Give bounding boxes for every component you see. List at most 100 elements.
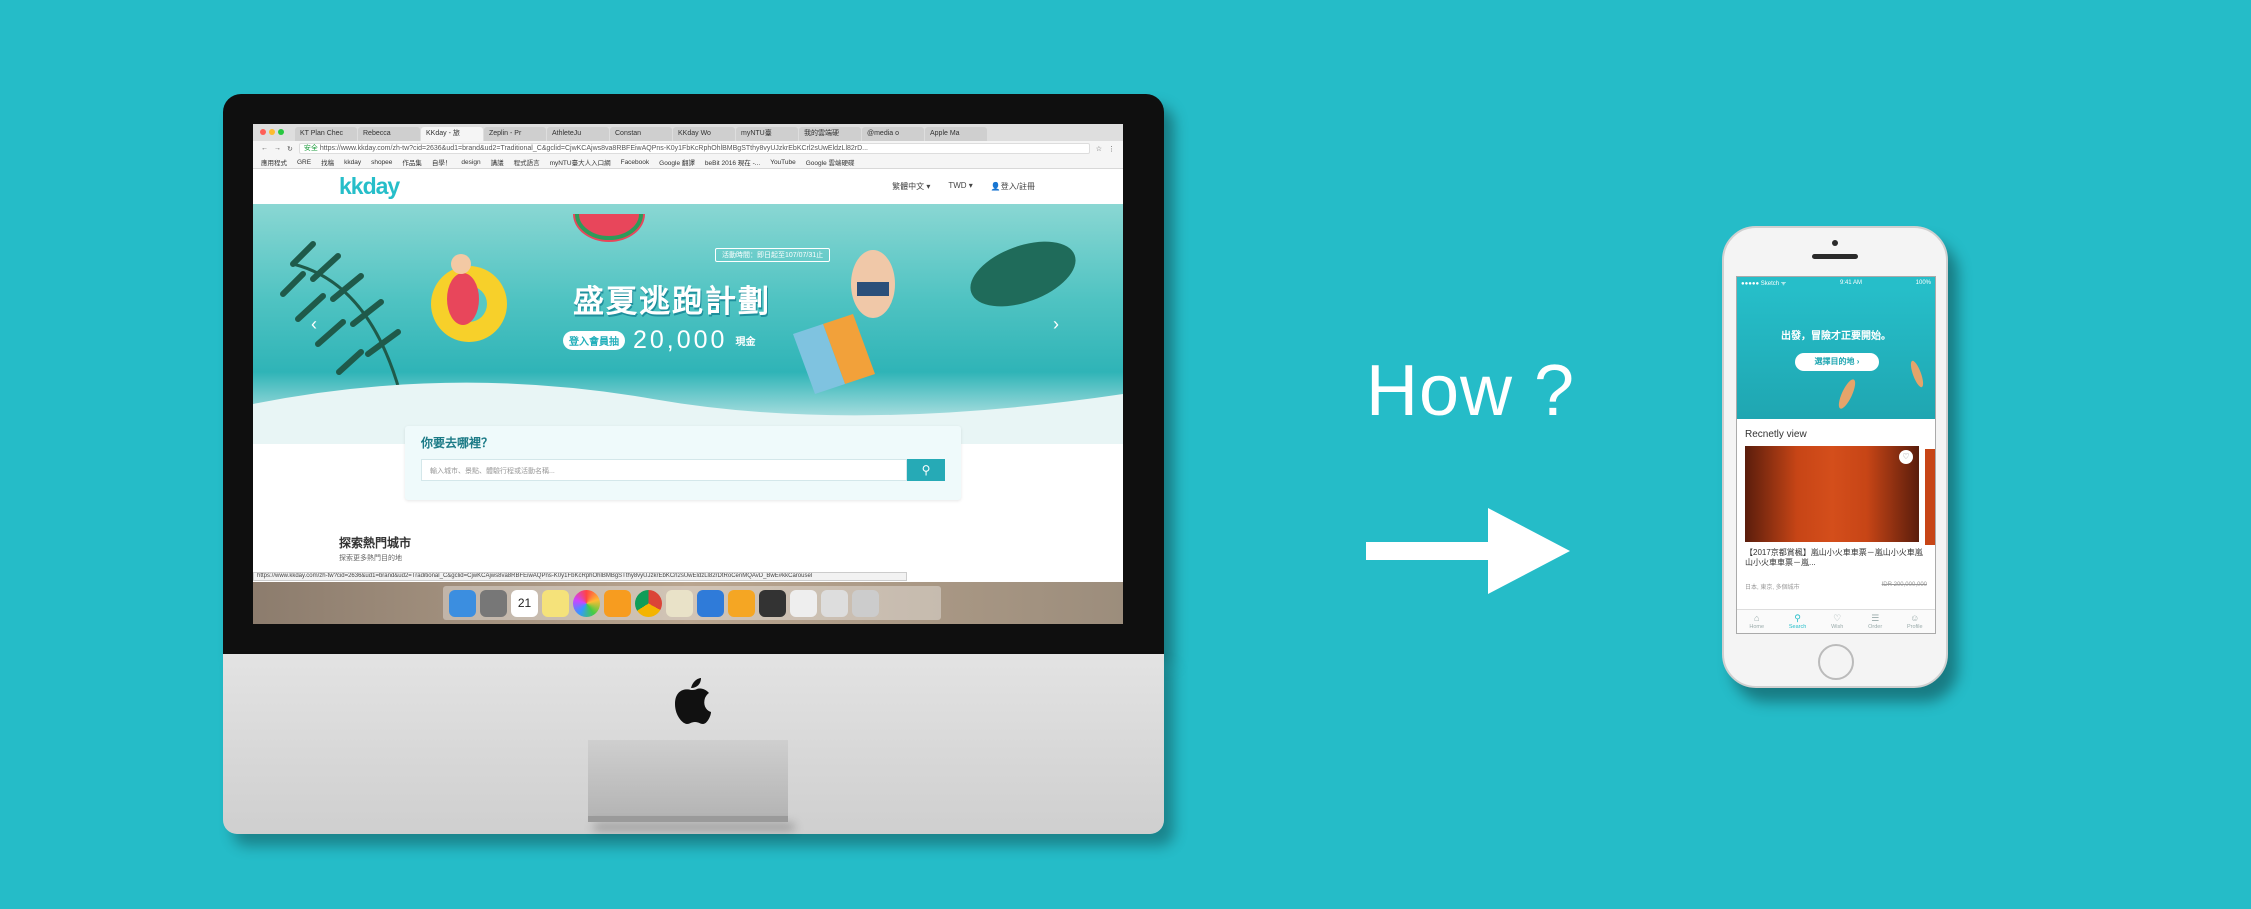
pages-icon[interactable] <box>666 589 693 617</box>
window-controls <box>260 129 284 135</box>
phone-screen: ●●●●● Sketch ᯤ 9:41 AM 100% 出發，冒險才正要開始。 … <box>1736 276 1936 634</box>
tab-label: Profile <box>1906 624 1923 630</box>
currency-selector[interactable]: TWD ▾ <box>948 181 972 192</box>
section-subtitle: 探索更多熱門目的地 <box>339 555 402 562</box>
imac-stand-foot <box>588 816 788 822</box>
bookmark[interactable]: 講議 <box>491 157 504 167</box>
user-icon: 👤 <box>990 182 1001 191</box>
site-header: kkday 繁體中文 ▾ TWD ▾ 👤登入/註冊 <box>253 169 1123 204</box>
bookmark[interactable]: GRE <box>297 159 311 166</box>
kayak-illustration <box>1838 360 1924 409</box>
address-bar[interactable]: 安全 https://www.kkday.com/zh-tw?cid=2636&… <box>298 143 1090 154</box>
bookmark[interactable]: design <box>461 159 480 166</box>
tour-card-location: 日本, 東京, 多個城市 <box>1745 585 1800 591</box>
hero-illustration <box>253 213 1123 444</box>
language-selector[interactable]: 繁體中文 ▾ <box>892 181 930 192</box>
time-label: 9:41 AM <box>1839 280 1862 286</box>
calendar-icon[interactable]: 21 <box>511 589 538 617</box>
trash-icon[interactable] <box>852 589 879 617</box>
hero-banner: 活動時間：即日起至107/07/31止 盛夏逃跑計劃 登入會員抽 20,000 … <box>253 204 1123 444</box>
bookmark[interactable]: 自學！ <box>432 157 452 167</box>
imac-stand <box>588 740 788 820</box>
promo-unit: 現金 <box>735 337 756 348</box>
preview-icon[interactable] <box>821 589 848 617</box>
browser-tab[interactable]: Zeplin - Pr <box>484 127 546 141</box>
url-text: https://www.kkday.com/zh-tw?cid=2636&ud1… <box>319 145 869 152</box>
browser-tab[interactable]: Constan <box>610 127 672 141</box>
browser-tab[interactable]: 我的雲端硬 <box>799 127 861 141</box>
promo-date: 活動時間：即日起至107/07/31止 <box>715 248 831 262</box>
iphone: ●●●●● Sketch ᯤ 9:41 AM 100% 出發，冒險才正要開始。 … <box>1722 226 1948 688</box>
bookmark[interactable]: kkday <box>344 159 361 166</box>
profile-icon: ☺ <box>1910 613 1920 623</box>
site-logo[interactable]: kkday <box>339 173 400 200</box>
forward-arrow-icon[interactable]: → <box>274 145 281 152</box>
search-input[interactable]: 輸入城市、景點、體驗行程或活動名稱... <box>421 459 907 481</box>
tab-wish[interactable]: ♡ Wish <box>1831 613 1843 630</box>
terminal-icon[interactable] <box>759 589 786 617</box>
bookmark[interactable]: 應用程式 <box>261 157 287 167</box>
browser-tab-active[interactable]: KKday - 旅 <box>421 127 483 141</box>
chrome-icon[interactable] <box>635 589 662 617</box>
bookmark[interactable]: Google 雲端硬碟 <box>806 157 855 167</box>
sketch-alt-icon[interactable] <box>728 589 755 617</box>
tab-label: Home <box>1749 624 1765 630</box>
dock: 21 <box>443 586 941 620</box>
close-window-button[interactable] <box>260 129 266 135</box>
bookmark[interactable]: Google 翻譯 <box>659 157 695 167</box>
palm-leaf-icon <box>280 241 405 405</box>
finder-icon[interactable] <box>449 589 476 617</box>
tab-order[interactable]: ☰ Order <box>1868 613 1882 630</box>
tour-card-image[interactable]: ♡ <box>1745 446 1919 542</box>
launchpad-icon[interactable] <box>480 589 507 617</box>
bookmark[interactable]: Facebook <box>621 159 650 166</box>
back-arrow-icon[interactable]: ← <box>261 145 268 152</box>
tab-home[interactable]: ⌂ Home <box>1749 613 1764 630</box>
bookmark[interactable]: myNTU臺大人入口網 <box>550 157 611 167</box>
notes-icon[interactable] <box>542 589 569 617</box>
reload-icon[interactable]: ↻ <box>287 145 293 153</box>
tab-profile[interactable]: ☺ Profile <box>1907 613 1923 630</box>
search-button[interactable]: ⚲ <box>907 459 945 481</box>
sketch-icon[interactable] <box>604 589 631 617</box>
app-icon[interactable] <box>790 589 817 617</box>
menu-icon[interactable]: ⋮ <box>1108 145 1115 153</box>
carousel-next-icon[interactable]: › <box>1053 314 1059 335</box>
tab-label: Wish <box>1831 624 1844 630</box>
app-tab-bar: ⌂ Home ⚲ Search ♡ Wish ☰ Order ☺ Profile <box>1737 609 1935 633</box>
keynote-icon[interactable] <box>697 589 724 617</box>
bookmark[interactable]: 作品集 <box>402 157 422 167</box>
tab-label: Search <box>1788 624 1807 630</box>
home-button[interactable] <box>1818 644 1854 680</box>
browser-tabs: KT Plan Chec Rebecca KKday - 旅 Zeplin - … <box>295 127 987 141</box>
carrier-label: ●●●●● Sketch ᯤ <box>1741 281 1787 287</box>
star-icon[interactable]: ☆ <box>1096 145 1102 153</box>
bookmark[interactable]: YouTube <box>770 159 796 166</box>
browser-tabbar: KT Plan Chec Rebecca KKday - 旅 Zeplin - … <box>253 124 1123 141</box>
promo-subtitle: 登入會員抽 20,000 現金 <box>563 326 755 355</box>
browser-tab[interactable]: myNTU臺 <box>736 127 798 141</box>
next-card-image[interactable] <box>1925 449 1935 545</box>
browser-tab[interactable]: KT Plan Chec <box>295 127 357 141</box>
bookmark[interactable]: 程式語言 <box>514 157 540 167</box>
maximize-window-button[interactable] <box>278 129 284 135</box>
bookmark[interactable]: shopee <box>371 159 392 166</box>
carousel-prev-icon[interactable]: ‹ <box>311 314 317 335</box>
login-label: 登入/註冊 <box>1000 182 1035 191</box>
tour-card-price: IDR 200,000,000 <box>1881 582 1927 588</box>
how-question-text: How ? <box>1366 351 1576 431</box>
bookmark[interactable]: beBit 2016 現在 -... <box>705 157 760 167</box>
browser-tab[interactable]: KKday Wo <box>673 127 735 141</box>
tab-search[interactable]: ⚲ Search <box>1789 613 1806 630</box>
heart-icon[interactable]: ♡ <box>1899 450 1913 464</box>
browser-tab[interactable]: @media o <box>862 127 924 141</box>
leaf-icon <box>970 241 1076 307</box>
login-link[interactable]: 👤登入/註冊 <box>991 181 1035 192</box>
minimize-window-button[interactable] <box>269 129 275 135</box>
bookmark[interactable]: 找稿 <box>321 157 334 167</box>
browser-tab[interactable]: Apple Ma <box>925 127 987 141</box>
browser-tab[interactable]: AthleteJu <box>547 127 609 141</box>
tour-card-title[interactable]: 【2017京都賞楓】嵐山小火車車票－嵐山小火車嵐山小火車車票－嵐... <box>1745 548 1927 578</box>
browser-tab[interactable]: Rebecca <box>358 127 420 141</box>
photos-icon[interactable] <box>573 589 600 617</box>
